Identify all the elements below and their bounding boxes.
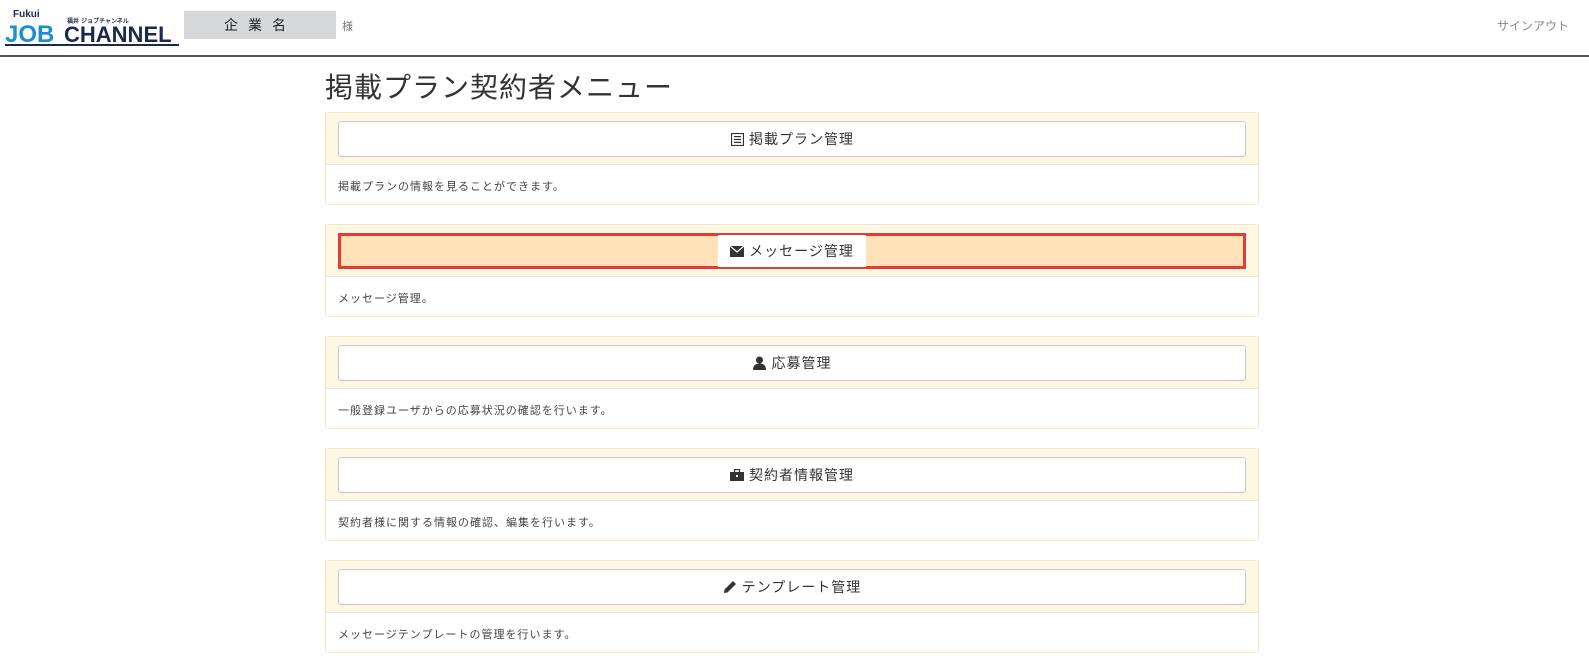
honorific-label: 様 [342,20,353,33]
application-management-button[interactable]: 応募管理 [338,345,1246,381]
page-title: 掲載プラン契約者メニュー [325,71,674,104]
list-alt-icon [730,132,744,146]
contractor-info-label: 契約者情報管理 [749,468,854,484]
panel-heading: メッセージ管理 [326,225,1258,277]
message-management-label: メッセージ管理 [749,244,854,260]
contractor-info-description: 契約者様に関する情報の確認、編集を行います。 [338,516,601,529]
message-management-button-content: メッセージ管理 [718,235,866,267]
pencil-icon [723,580,737,594]
application-management-label: 応募管理 [771,356,832,372]
contractor-info-button[interactable]: 契約者情報管理 [338,457,1246,493]
plan-management-button[interactable]: 掲載プラン管理 [338,121,1246,157]
message-management-description: メッセージ管理。 [338,292,434,305]
job-channel-logo[interactable]: Fukui 福井 ジョブチャンネル JOB CHANNEL [5,4,181,46]
panel-heading: 掲載プラン管理 [326,113,1258,165]
logo-job-text: JOB [5,21,54,46]
plan-management-label: 掲載プラン管理 [749,132,854,148]
template-management-description: メッセージテンプレートの管理を行います。 [338,628,577,641]
company-name: 企業名 [224,18,296,34]
site-header: Fukui 福井 ジョブチャンネル JOB CHANNEL 企業名 様 サインア… [0,0,1589,57]
menu-panel-contractor: 契約者情報管理 契約者様に関する情報の確認、編集を行います。 [325,448,1259,541]
signout-link[interactable]: サインアウト [1497,17,1569,34]
logo-fukui-text: Fukui [13,9,40,20]
template-management-label: テンプレート管理 [741,580,862,596]
logo-channel-text: CHANNEL [64,22,172,46]
panel-heading: テンプレート管理 [326,561,1258,613]
application-management-description: 一般登録ユーザからの応募状況の確認を行います。 [338,404,613,417]
company-name-box: 企業名 [184,11,336,39]
envelope-icon [730,244,745,258]
menu-panel-plan: 掲載プラン管理 掲載プランの情報を見ることができます。 [325,112,1259,205]
briefcase-icon [730,468,744,482]
message-management-button[interactable]: メッセージ管理 [338,233,1246,269]
panel-heading: 応募管理 [326,337,1258,389]
template-management-button[interactable]: テンプレート管理 [338,569,1246,605]
menu-panel-application: 応募管理 一般登録ユーザからの応募状況の確認を行います。 [325,336,1259,429]
panel-heading: 契約者情報管理 [326,449,1258,501]
plan-management-description: 掲載プランの情報を見ることができます。 [338,180,565,193]
user-icon [753,356,767,370]
menu-panel-message: メッセージ管理 メッセージ管理。 [325,224,1259,317]
menu-panel-template: テンプレート管理 メッセージテンプレートの管理を行います。 [325,560,1259,653]
